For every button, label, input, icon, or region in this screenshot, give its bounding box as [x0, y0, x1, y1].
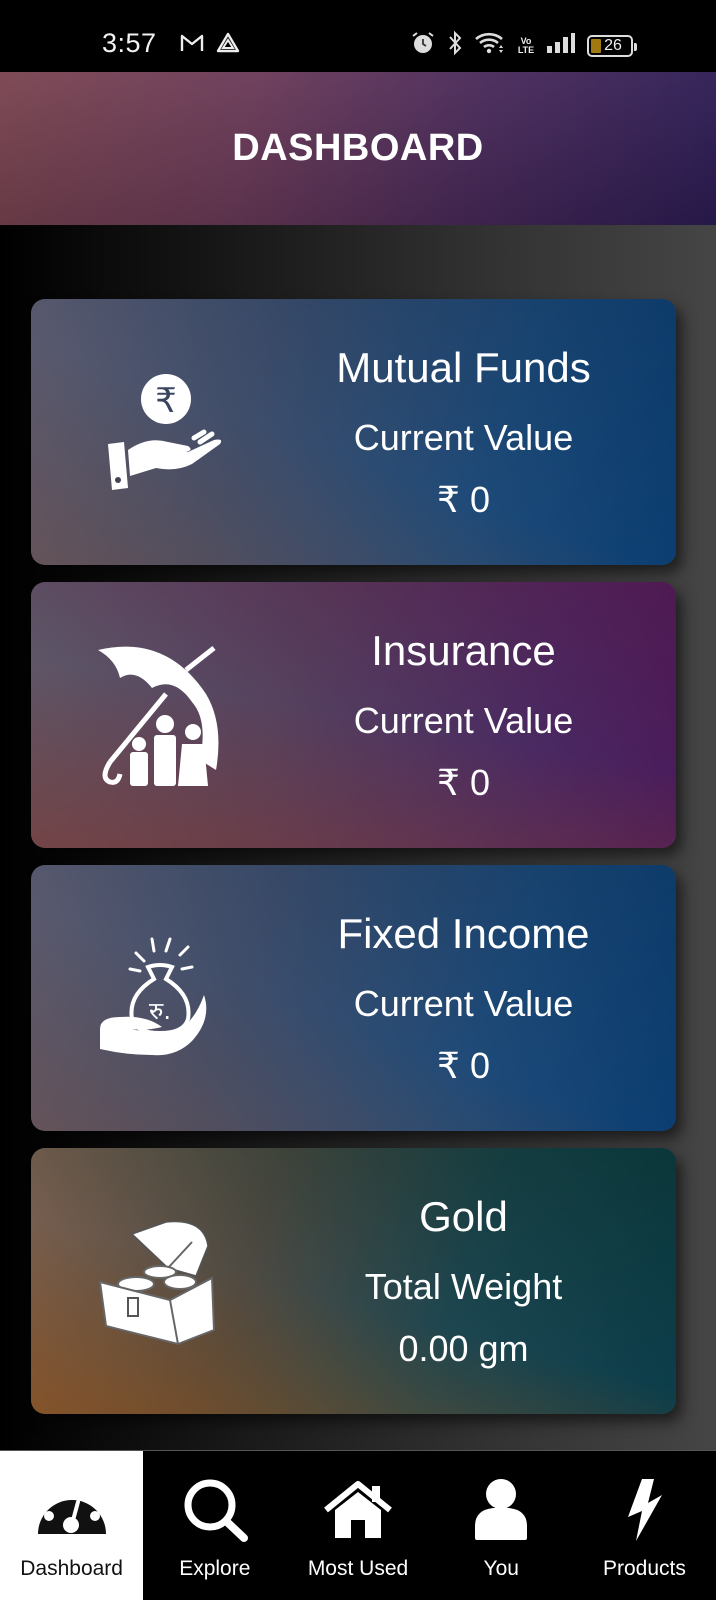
hand-rupee-coin-icon: ₹ — [91, 352, 231, 512]
card-subtitle: Current Value — [353, 700, 574, 741]
system-icons: Vo LTE 26 — [410, 30, 637, 61]
card-gold[interactable]: Gold Total Weight 0.00 gm — [31, 1148, 676, 1414]
svg-text:रु.: रु. — [149, 997, 171, 1025]
nav-label: Products — [602, 1557, 686, 1580]
nav-dashboard[interactable]: Dashboard — [0, 1451, 144, 1600]
card-value: ₹ 0 — [437, 479, 490, 520]
bluetooth-icon — [447, 30, 463, 61]
lightning-icon — [607, 1477, 681, 1543]
card-subtitle: Current Value — [353, 983, 574, 1024]
card-value: ₹ 0 — [437, 1045, 490, 1086]
card-value: 0.00 gm — [398, 1328, 529, 1369]
nav-label: You — [483, 1557, 519, 1580]
card-fixed-income[interactable]: रु. Fixed Income Current Value ₹ 0 — [31, 865, 676, 1131]
signal-icon — [546, 32, 576, 59]
card-title: Insurance — [371, 627, 556, 674]
card-title: Mutual Funds — [336, 344, 591, 391]
alarm-icon — [410, 30, 436, 61]
wifi-icon — [474, 31, 506, 60]
nav-explore[interactable]: Explore — [143, 1451, 286, 1600]
gmail-icon — [180, 33, 204, 58]
nav-you[interactable]: You — [430, 1451, 573, 1600]
nav-most-used[interactable]: Most Used — [286, 1451, 429, 1600]
volte-icon: Vo LTE — [517, 35, 535, 55]
svg-text:₹: ₹ — [155, 381, 177, 421]
nav-products[interactable]: Products — [573, 1451, 716, 1600]
card-title: Gold — [419, 1193, 508, 1240]
umbrella-family-icon — [91, 635, 231, 795]
dashboard-content: ₹ Mutual Funds Current Value ₹ 0 Insuran… — [0, 225, 716, 1450]
status-time: 3:57 — [102, 28, 157, 58]
card-subtitle: Total Weight — [364, 1266, 563, 1307]
notification-icons — [180, 32, 240, 59]
treasure-chest-icon — [91, 1201, 231, 1361]
battery-icon: 26 — [587, 34, 637, 57]
card-subtitle: Current Value — [353, 417, 574, 458]
page-title: DASHBOARD — [232, 127, 484, 169]
hand-money-bag-icon: रु. — [91, 918, 231, 1078]
speedometer-icon — [35, 1477, 109, 1543]
card-title: Fixed Income — [337, 910, 590, 957]
card-value: ₹ 0 — [437, 762, 490, 803]
card-mutual-funds[interactable]: ₹ Mutual Funds Current Value ₹ 0 — [31, 299, 676, 565]
drive-icon — [216, 32, 240, 59]
nav-label: Explore — [179, 1557, 251, 1580]
user-icon — [464, 1477, 538, 1543]
nav-label: Most Used — [307, 1557, 409, 1580]
card-insurance[interactable]: Insurance Current Value ₹ 0 — [31, 582, 676, 848]
app-header: DASHBOARD — [0, 72, 716, 225]
bottom-navigation: Dashboard Explore Most Used You Products — [0, 1450, 716, 1600]
search-icon — [178, 1477, 252, 1543]
nav-label: Dashboard — [20, 1557, 123, 1580]
status-bar: 3:57 Vo LTE 26 — [0, 0, 716, 72]
home-icon — [321, 1477, 395, 1543]
